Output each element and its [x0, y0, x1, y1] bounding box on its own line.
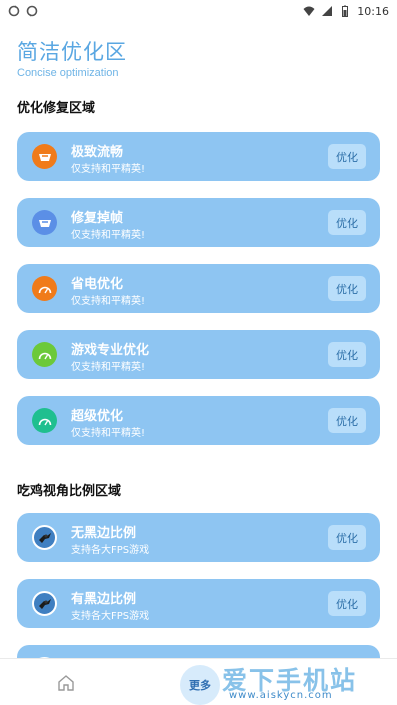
card-super[interactable]: 超级优化 仅支持和平精英! 优化	[17, 396, 380, 445]
sync-icon	[8, 5, 20, 17]
card-power-save[interactable]: 省电优化 仅支持和平精英! 优化	[17, 264, 380, 313]
optimize-button[interactable]: 优化	[328, 144, 366, 169]
optimize-button[interactable]: 优化	[328, 276, 366, 301]
card-game-pro[interactable]: 游戏专业优化 仅支持和平精英! 优化	[17, 330, 380, 379]
card-with-black-border[interactable]: 有黑边比例 支持各大FPS游戏 优化	[17, 579, 380, 628]
speedometer-icon	[32, 144, 57, 169]
optimize-button[interactable]: 优化	[328, 591, 366, 616]
card-fix-frames[interactable]: 修复掉帧 仅支持和平精英! 优化	[17, 198, 380, 247]
card-desc: 仅支持和平精英!	[71, 296, 146, 307]
optimize-button[interactable]: 优化	[328, 210, 366, 235]
card-smooth[interactable]: 极致流畅 仅支持和平精英! 优化	[17, 132, 380, 181]
status-bar: 10:16	[0, 0, 397, 22]
card-name: 无黑边比例	[71, 526, 137, 541]
optimize-button[interactable]: 优化	[328, 408, 366, 433]
game-avatar-icon	[32, 525, 57, 550]
card-name: 有黑边比例	[71, 592, 137, 607]
speedometer-icon	[32, 342, 57, 367]
sync-icon	[26, 5, 38, 17]
home-icon[interactable]	[57, 675, 75, 691]
card-desc: 支持各大FPS游戏	[71, 545, 150, 556]
card-no-black-border[interactable]: 无黑边比例 支持各大FPS游戏 优化	[17, 513, 380, 562]
section-title-ratio: 吃鸡视角比例区域	[17, 484, 122, 499]
card-name: 修复掉帧	[71, 211, 124, 226]
game-avatar-icon	[32, 591, 57, 616]
page-subtitle: Concise optimization	[17, 67, 119, 79]
card-desc: 支持各大FPS游戏	[71, 611, 150, 622]
signal-icon	[322, 6, 333, 16]
optimize-button[interactable]: 优化	[328, 525, 366, 550]
battery-icon	[342, 5, 349, 17]
more-button[interactable]: 更多	[180, 665, 220, 705]
optimize-button[interactable]: 优化	[328, 342, 366, 367]
status-right: 10:16	[303, 5, 389, 18]
card-name: 省电优化	[71, 277, 124, 292]
card-name: 极致流畅	[71, 145, 124, 160]
speedometer-icon	[32, 276, 57, 301]
watermark-url: www.aiskycn.com	[229, 690, 333, 701]
page-title: 简洁优化区	[17, 40, 127, 64]
speedometer-icon	[32, 210, 57, 235]
card-desc: 仅支持和平精英!	[71, 428, 146, 439]
card-desc: 仅支持和平精英!	[71, 164, 146, 175]
status-time: 10:16	[357, 4, 389, 18]
section-title-repair: 优化修复区域	[17, 101, 96, 116]
card-name: 游戏专业优化	[71, 343, 150, 358]
card-desc: 仅支持和平精英!	[71, 362, 146, 373]
wifi-icon	[303, 6, 315, 16]
card-name: 超级优化	[71, 409, 124, 424]
speedometer-icon	[32, 408, 57, 433]
card-desc: 仅支持和平精英!	[71, 230, 146, 241]
status-left	[8, 5, 38, 17]
